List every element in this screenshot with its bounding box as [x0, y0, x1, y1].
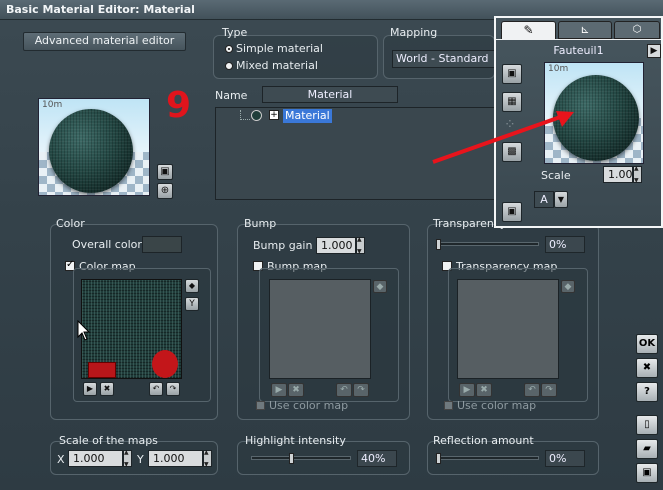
popup-channel-select[interactable]: A: [534, 191, 554, 208]
new-file-icon[interactable]: ▯: [636, 415, 658, 435]
bump-gain-label: Bump gain: [253, 239, 313, 252]
trash-icon[interactable]: ✖: [100, 382, 114, 396]
bump-map-slot[interactable]: [269, 279, 371, 379]
expand-icon[interactable]: +: [269, 110, 279, 120]
reflection-slider-knob[interactable]: [436, 453, 441, 464]
chevron-down-icon[interactable]: ▼: [554, 191, 568, 208]
transparency-use-color-label: Use color map: [457, 399, 537, 412]
overall-color-swatch[interactable]: [142, 236, 182, 253]
bump-use-color-checkbox: [256, 401, 265, 410]
popup-object-icon[interactable]: ▣: [502, 202, 522, 222]
tree-item-material[interactable]: Material: [283, 109, 332, 123]
highlight-value-field[interactable]: 40%: [357, 450, 397, 467]
annotation-arrow: [432, 111, 574, 164]
scale-y-stepper[interactable]: [203, 449, 212, 468]
simple-material-radio[interactable]: [225, 45, 233, 53]
tab-divider: [496, 39, 661, 40]
advanced-material-editor-button[interactable]: Advanced material editor: [23, 32, 186, 51]
mixed-material-radio[interactable]: [225, 62, 233, 70]
transparency-use-color-checkbox: [444, 401, 453, 410]
bump-gain-stepper[interactable]: [356, 236, 365, 255]
mapping-select[interactable]: World - Standard: [392, 50, 495, 68]
scale-y-label: Y: [137, 453, 144, 466]
save-disk-icon[interactable]: ▣: [636, 463, 658, 483]
reflection-slider[interactable]: [437, 456, 539, 460]
measure-tab[interactable]: ⊾: [558, 21, 612, 39]
transparency-rotate-left-icon: ↶: [524, 383, 540, 397]
bump-rotate-left-icon: ↶: [336, 383, 352, 397]
close-button[interactable]: ✖: [636, 358, 658, 378]
transparency-value-field[interactable]: 0%: [545, 236, 585, 253]
reflection-heading: Reflection amount: [433, 434, 534, 447]
highlight-slider[interactable]: [251, 456, 351, 460]
preview-scale-text: 10m: [42, 100, 63, 110]
transparency-trash-icon: ✖: [476, 383, 492, 397]
material-name-field[interactable]: Material: [262, 86, 398, 103]
transparency-slider[interactable]: [437, 242, 539, 246]
texture-red-blob: [152, 350, 178, 378]
mixed-material-label: Mixed material: [236, 59, 318, 72]
bump-heading: Bump: [244, 217, 277, 230]
map-options-icon[interactable]: ◆: [185, 279, 199, 293]
help-button[interactable]: ?: [636, 382, 658, 402]
popup-scale-stepper[interactable]: [633, 165, 642, 184]
objects-tab[interactable]: ⬡: [614, 21, 660, 39]
preview-sphere: [49, 109, 133, 193]
bump-gain-field[interactable]: 1.000: [316, 237, 356, 254]
scale-y-field[interactable]: 1.000: [148, 450, 203, 467]
simple-material-label: Simple material: [236, 42, 323, 55]
ok-button[interactable]: OK: [636, 334, 658, 354]
popup-cube-icon[interactable]: ▣: [502, 64, 522, 84]
material-sphere-icon: [251, 110, 262, 121]
transparency-map-options-icon: ◆: [561, 280, 575, 293]
rotate-left-icon[interactable]: ↶: [149, 382, 163, 396]
rotate-right-icon[interactable]: ↷: [166, 382, 180, 396]
load-map-icon[interactable]: ▶: [83, 382, 97, 396]
zoom-icon[interactable]: ⊕: [157, 183, 173, 199]
type-heading: Type: [222, 26, 248, 39]
transparency-rotate-right-icon: ↷: [541, 383, 557, 397]
popup-preview-scale-text: 10m: [548, 64, 569, 74]
scale-x-field[interactable]: 1.000: [68, 450, 123, 467]
name-label: Name: [215, 89, 248, 102]
tree-connector: [240, 110, 250, 120]
color-map-texture[interactable]: [81, 279, 182, 379]
annotation-number: 9: [166, 85, 192, 126]
popup-scale-field[interactable]: 1.00: [603, 166, 633, 183]
scale-maps-heading: Scale of the maps: [59, 434, 158, 447]
bump-load-icon: ▶: [271, 383, 287, 397]
reflection-value-field[interactable]: 0%: [545, 450, 585, 467]
transparency-map-slot[interactable]: [457, 279, 559, 379]
window-title: Basic Material Editor: Material: [6, 3, 195, 16]
popup-scale-label: Scale: [541, 169, 571, 182]
mapping-heading: Mapping: [390, 26, 438, 39]
map-filter-icon[interactable]: Y: [185, 297, 199, 311]
scale-x-label: X: [57, 453, 65, 466]
overall-color-label: Overall color:: [72, 238, 146, 251]
bump-rotate-right-icon: ↷: [353, 383, 369, 397]
bump-map-options-icon: ◆: [373, 280, 387, 293]
color-heading: Color: [56, 217, 85, 230]
scale-x-stepper[interactable]: [123, 449, 132, 468]
highlight-slider-knob[interactable]: [289, 453, 294, 464]
transparency-slider-knob[interactable]: [436, 239, 441, 250]
paint-tab[interactable]: ✎: [501, 21, 556, 39]
popup-object-name: Fauteuil1: [553, 44, 604, 57]
cursor-arrow-icon: [77, 320, 91, 341]
popup-object-options-icon[interactable]: ▶: [647, 44, 661, 58]
bump-trash-icon: ✖: [288, 383, 304, 397]
bump-use-color-label: Use color map: [269, 399, 349, 412]
open-folder-icon[interactable]: ▰: [636, 439, 658, 459]
material-preview: 10m: [38, 98, 150, 196]
material-editor-window: Basic Material Editor: Material Advanced…: [0, 0, 663, 490]
texture-red-patch: [88, 362, 116, 378]
highlight-heading: Highlight intensity: [245, 434, 346, 447]
preview-object-icon[interactable]: ▣: [157, 164, 173, 180]
transparency-load-icon: ▶: [459, 383, 475, 397]
